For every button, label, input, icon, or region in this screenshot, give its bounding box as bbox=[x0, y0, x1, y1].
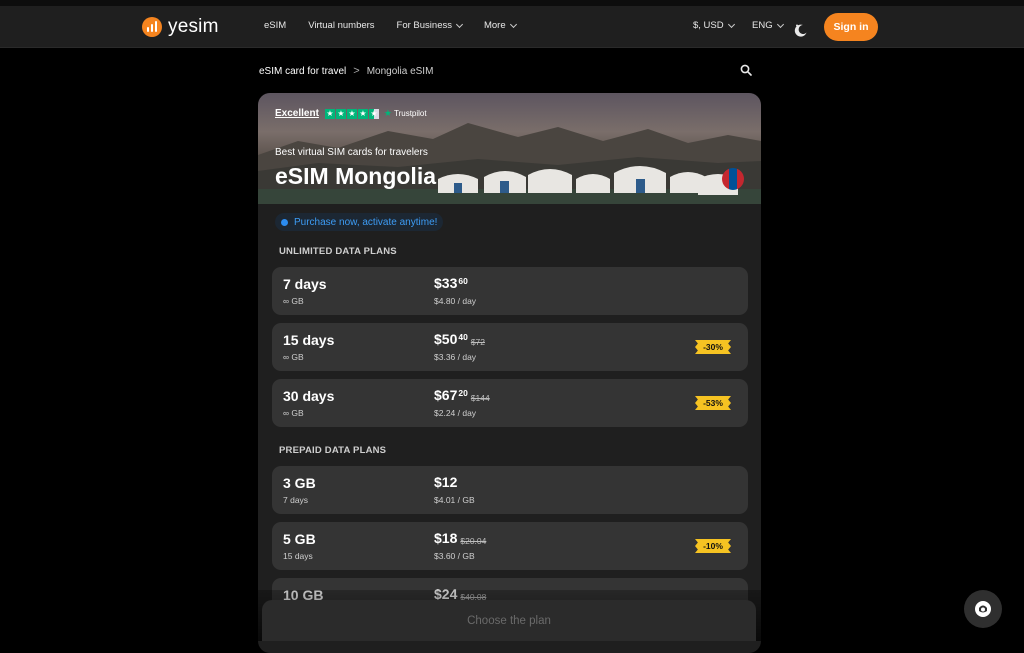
plan-name: 30 days bbox=[283, 388, 335, 404]
nav-label: eSIM bbox=[264, 20, 287, 31]
plan-subtitle: ∞ GB bbox=[283, 352, 304, 362]
price-per-unit: $2.24 / day bbox=[434, 408, 477, 418]
price-main: $33 bbox=[434, 275, 458, 291]
chevron-down-icon bbox=[509, 20, 517, 28]
search-icon[interactable] bbox=[740, 64, 752, 76]
plan-price: $67 20 $144 bbox=[434, 387, 490, 403]
breadcrumb-link[interactable]: eSIM card for travel bbox=[259, 66, 346, 77]
logo[interactable]: yesim bbox=[142, 16, 219, 38]
plan-row[interactable]: 3 GB 7 days $12 $4.01 / GB bbox=[272, 466, 748, 514]
price-per-unit: $4.80 / day bbox=[434, 296, 477, 306]
plan-subtitle: 7 days bbox=[283, 495, 309, 505]
moon-icon[interactable] bbox=[794, 23, 808, 37]
star-icon: ★ bbox=[357, 108, 368, 119]
trustpilot-star-icon: ★ bbox=[383, 108, 392, 118]
trustpilot-rating[interactable]: Excellent ★ ★ ★ ★ ★ ★ Trustpilot bbox=[275, 108, 427, 119]
rating-label: Excellent bbox=[275, 108, 319, 119]
mongolia-flag-icon bbox=[722, 168, 744, 190]
price-old: $72 bbox=[470, 337, 486, 347]
rating-stars: ★ ★ ★ ★ ★ bbox=[324, 108, 379, 119]
star-icon: ★ bbox=[335, 108, 346, 119]
breadcrumb-separator: > bbox=[353, 65, 360, 77]
flag-stripe bbox=[729, 168, 737, 190]
plan-row[interactable]: 7 days ∞ GB $33 60 $4.80 / day bbox=[272, 267, 748, 315]
hero-subtitle: Best virtual SIM cards for travelers bbox=[275, 147, 428, 158]
breadcrumb: eSIM card for travel > Mongolia eSIM bbox=[259, 65, 433, 77]
nav-item-virtual-numbers[interactable]: Virtual numbers bbox=[308, 20, 374, 31]
price-per-unit: $3.36 / day bbox=[434, 352, 477, 362]
plan-name: 7 days bbox=[283, 276, 327, 292]
star-icon: ★ bbox=[346, 108, 357, 119]
discount-badge: -10% bbox=[695, 539, 731, 553]
nav-label: Virtual numbers bbox=[308, 20, 375, 31]
hero-banner: Excellent ★ ★ ★ ★ ★ ★ Trustpilot Best vi… bbox=[258, 93, 761, 204]
price-cents: 60 bbox=[458, 276, 468, 286]
price-per-unit: $4.01 / GB bbox=[434, 495, 475, 505]
plan-subtitle: ∞ GB bbox=[283, 296, 304, 306]
star-icon: ★ bbox=[324, 108, 335, 119]
plan-price: $33 60 bbox=[434, 275, 468, 291]
price-old: $144 bbox=[470, 393, 490, 403]
language-selector[interactable]: ENG bbox=[752, 20, 784, 31]
trustpilot-label: Trustpilot bbox=[394, 109, 427, 118]
plan-price: $18 $20.04 bbox=[434, 530, 486, 546]
signal-bars-icon bbox=[142, 17, 162, 37]
price-cents: 20 bbox=[458, 388, 468, 398]
page-title: eSIM Mongolia bbox=[275, 163, 436, 189]
purchase-notice-text: Purchase now, activate anytime! bbox=[294, 216, 438, 228]
discount-badge: -30% bbox=[695, 340, 731, 354]
plan-price: $50 40 $72 bbox=[434, 331, 485, 347]
nav-label: More bbox=[483, 20, 506, 31]
price-old: $20.04 bbox=[460, 536, 487, 546]
chat-support-icon bbox=[975, 601, 991, 617]
section-title-unlimited: UNLIMITED DATA PLANS bbox=[279, 246, 397, 257]
plan-subtitle: ∞ GB bbox=[283, 408, 304, 418]
price-per-unit: $3.60 / GB bbox=[434, 551, 475, 561]
plan-name: 15 days bbox=[283, 332, 335, 348]
price-main: $18 bbox=[434, 530, 458, 546]
half-star-icon: ★ bbox=[368, 108, 379, 119]
sign-in-button[interactable]: Sign in bbox=[824, 13, 878, 41]
nav-item-esim[interactable]: eSIM bbox=[264, 20, 286, 31]
breadcrumb-current: Mongolia eSIM bbox=[366, 65, 434, 77]
section-title-prepaid: PREPAID DATA PLANS bbox=[279, 445, 387, 456]
chevron-down-icon bbox=[776, 20, 784, 28]
currency-selector[interactable]: $, USD bbox=[693, 20, 735, 31]
plan-price: $12 bbox=[434, 474, 457, 490]
nav-label: For Business bbox=[396, 20, 452, 31]
trustpilot-logo: ★ Trustpilot bbox=[384, 108, 427, 119]
price-main: $50 bbox=[434, 331, 458, 347]
plan-row[interactable]: 15 days ∞ GB $50 40 $72 $3.36 / day -30% bbox=[272, 323, 748, 371]
currency-label: $, USD bbox=[693, 20, 724, 31]
choose-plan-button[interactable]: Choose the plan bbox=[262, 600, 756, 641]
plan-name: 5 GB bbox=[283, 531, 316, 547]
plan-subtitle: 15 days bbox=[283, 551, 313, 561]
main-nav: eSIM Virtual numbers For Business More bbox=[264, 20, 538, 31]
site-header: yesim eSIM Virtual numbers For Business … bbox=[0, 6, 1024, 48]
price-cents: 40 bbox=[458, 332, 468, 342]
language-label: ENG bbox=[752, 20, 773, 31]
purchase-notice: Purchase now, activate anytime! bbox=[275, 213, 444, 231]
price-main: $67 bbox=[434, 387, 458, 403]
plan-row[interactable]: 30 days ∞ GB $67 20 $144 $2.24 / day -53% bbox=[272, 379, 748, 427]
chevron-down-icon bbox=[727, 20, 735, 28]
nav-item-more[interactable]: More bbox=[483, 20, 517, 31]
discount-badge: -53% bbox=[695, 396, 731, 410]
info-dot-icon bbox=[281, 218, 288, 226]
price-main: $12 bbox=[434, 474, 458, 490]
plan-name: 3 GB bbox=[283, 475, 316, 491]
country-card: Excellent ★ ★ ★ ★ ★ ★ Trustpilot Best vi… bbox=[258, 93, 761, 653]
chat-support-button[interactable] bbox=[964, 590, 1002, 628]
chevron-down-icon bbox=[455, 20, 464, 28]
nav-item-for-business[interactable]: For Business bbox=[396, 20, 464, 31]
logo-text: yesim bbox=[168, 16, 219, 37]
plan-row[interactable]: 5 GB 15 days $18 $20.04 $3.60 / GB -10% bbox=[272, 522, 748, 570]
